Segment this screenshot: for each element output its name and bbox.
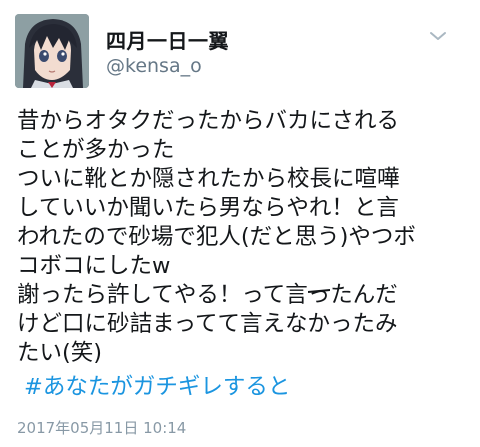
struck-through-character: っ: [307, 281, 331, 310]
struck-character-text: っ: [307, 282, 331, 308]
hashtag-link[interactable]: #あなたがガチギレすると: [24, 373, 290, 402]
user-handle[interactable]: @kensa_o: [106, 55, 202, 77]
tweet-text-line: ことが多かった: [17, 137, 175, 163]
tweet-timestamp[interactable]: 2017年05月11日 10:14: [17, 417, 186, 438]
tweet-text: 昔からオタクだったからバカにされる ことが多かった ついに靴とか隠されたから校長…: [17, 107, 477, 368]
display-name[interactable]: 四月一日一翼: [106, 25, 229, 54]
tweet-text-segment: たんだ: [330, 282, 398, 308]
tweet-text-line: 謝ったら許してやる！って言っ たんだ: [17, 281, 477, 310]
tweet-text-line: コボコにしたw: [17, 253, 171, 279]
tweet-text-line: けど口に砂詰まってて言えなかったみ: [17, 311, 398, 337]
tweet-text-line: していいか聞いたら男ならやれ！と言: [17, 195, 399, 221]
tweet-text-line: 昔からオタクだったからバカにされる: [17, 108, 400, 134]
tweet-text-line: ついに靴とか隠されたから校長に喧嘩: [17, 166, 400, 192]
anime-character-avatar-icon: [15, 14, 89, 88]
tweet-card: 四月一日一翼 @kensa_o 昔からオタクだったからバカにされる ことが多かっ…: [0, 0, 480, 447]
tweet-text-line: たい(笑): [17, 340, 103, 366]
tweet-menu-button[interactable]: [428, 28, 448, 42]
avatar[interactable]: [15, 14, 89, 88]
chevron-down-icon: [430, 32, 446, 40]
tweet-text-line: われたので砂場で犯人(だと思う)やつボ: [17, 224, 416, 250]
tweet-text-segment: 謝ったら許してやる！って言: [17, 282, 308, 308]
